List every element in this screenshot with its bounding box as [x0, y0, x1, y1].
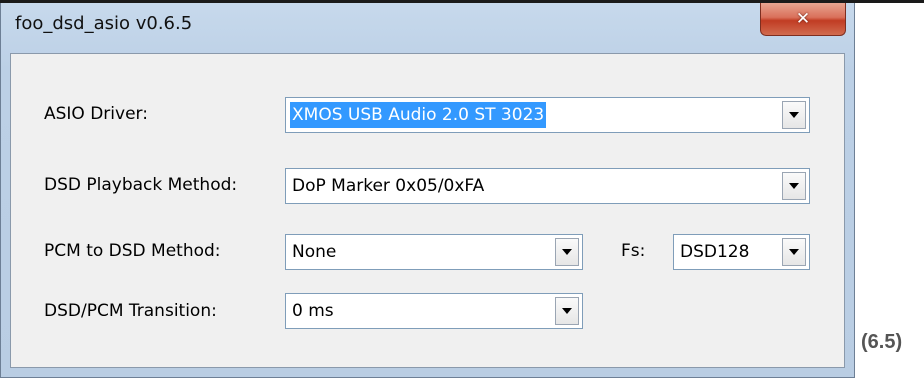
window-title: foo_dsd_asio v0.6.5 — [15, 13, 193, 34]
asio-driver-value: XMOS USB Audio 2.0 ST 3023 — [290, 102, 547, 128]
fs-value: DSD128 — [680, 242, 750, 262]
dsd-pcm-transition-value: 0 ms — [292, 301, 334, 321]
chevron-down-icon — [789, 249, 799, 255]
chevron-down-icon — [789, 183, 799, 189]
dsd-playback-method-dropdown-button[interactable] — [782, 172, 806, 200]
close-icon: ✕ — [795, 9, 811, 29]
asio-driver-dropdown-button[interactable] — [782, 101, 806, 129]
close-button[interactable]: ✕ — [760, 3, 846, 36]
settings-panel: ASIO Driver: XMOS USB Audio 2.0 ST 3023 … — [10, 53, 845, 368]
dsd-pcm-transition-label: DSD/PCM Transition: — [44, 301, 217, 321]
fs-label: Fs: — [621, 241, 646, 261]
pcm-to-dsd-method-label: PCM to DSD Method: — [44, 241, 221, 261]
asio-driver-select[interactable]: XMOS USB Audio 2.0 ST 3023 — [285, 97, 810, 133]
fs-select[interactable]: DSD128 — [673, 234, 810, 270]
dsd-playback-method-value: DoP Marker 0x05/0xFA — [292, 176, 485, 196]
dsd-playback-method-label: DSD Playback Method: — [44, 175, 238, 195]
dsd-pcm-transition-select[interactable]: 0 ms — [285, 293, 583, 329]
dialog-window: foo_dsd_asio v0.6.5 ✕ ASIO Driver: XMOS … — [0, 3, 855, 378]
dsd-playback-method-select[interactable]: DoP Marker 0x05/0xFA — [285, 168, 810, 204]
fs-dropdown-button[interactable] — [782, 238, 806, 266]
chevron-down-icon — [562, 249, 572, 255]
chevron-down-icon — [562, 308, 572, 314]
asio-driver-label: ASIO Driver: — [44, 104, 148, 124]
screenshot-stage: foo_dsd_asio v0.6.5 ✕ ASIO Driver: XMOS … — [0, 0, 924, 378]
title-bar[interactable]: foo_dsd_asio v0.6.5 ✕ — [1, 3, 854, 53]
pcm-to-dsd-method-value: None — [292, 242, 337, 262]
chevron-down-icon — [789, 112, 799, 118]
dsd-pcm-transition-dropdown-button[interactable] — [555, 297, 579, 325]
pcm-to-dsd-method-select[interactable]: None — [285, 234, 583, 270]
pcm-to-dsd-method-dropdown-button[interactable] — [555, 238, 579, 266]
figure-caption: (6.5) — [861, 331, 903, 353]
